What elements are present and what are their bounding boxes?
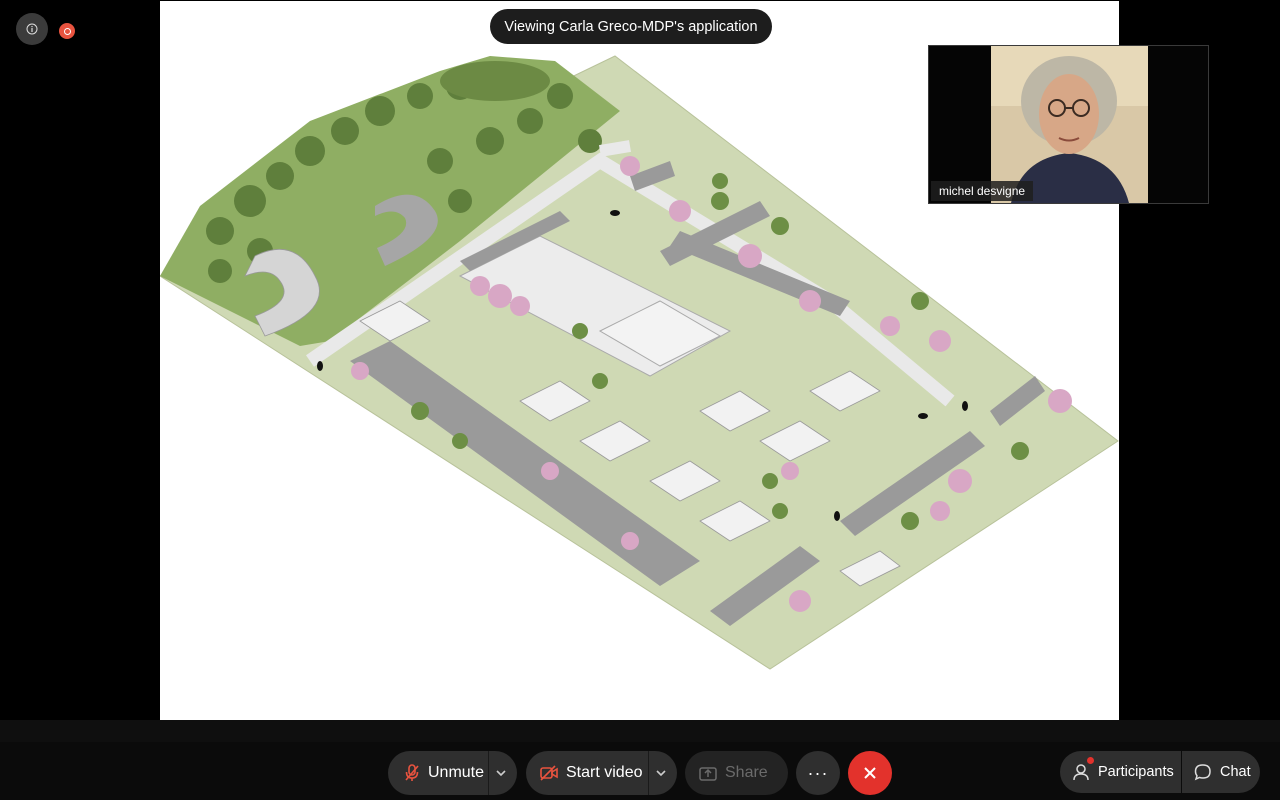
end-call-button[interactable] [848, 751, 892, 795]
more-options-button[interactable]: ··· [796, 751, 840, 795]
participants-notification-badge [1087, 757, 1094, 764]
meeting-info-button[interactable] [16, 13, 48, 45]
unmute-button[interactable]: Unmute [388, 751, 517, 795]
share-button[interactable]: Share [685, 751, 788, 795]
start-video-button[interactable]: Start video [526, 751, 677, 795]
viewing-banner: Viewing Carla Greco-MDP's application [490, 9, 772, 44]
participant-video-tile[interactable]: michel desvigne [928, 45, 1209, 204]
chevron-down-icon[interactable] [655, 767, 667, 779]
participant-name: michel desvigne [931, 181, 1034, 201]
share-icon [699, 767, 717, 781]
info-icon [26, 23, 38, 35]
participants-label: Participants [1098, 764, 1174, 780]
video-off-icon [540, 765, 558, 781]
more-icon: ··· [807, 762, 829, 783]
mic-muted-icon [405, 764, 419, 781]
chat-button[interactable]: Chat [1182, 751, 1260, 793]
chevron-down-icon[interactable] [495, 767, 507, 779]
share-label: Share [725, 764, 768, 781]
participants-icon [1073, 764, 1089, 781]
chat-label: Chat [1220, 764, 1251, 780]
recording-icon[interactable] [59, 23, 75, 39]
unmute-label: Unmute [428, 764, 485, 781]
chat-icon [1194, 764, 1211, 781]
participants-button[interactable]: Participants [1060, 751, 1181, 793]
close-icon [864, 767, 876, 779]
start-video-label: Start video [566, 764, 643, 781]
toolbar-separator [0, 720, 1280, 742]
participant-video-feed [991, 46, 1148, 203]
